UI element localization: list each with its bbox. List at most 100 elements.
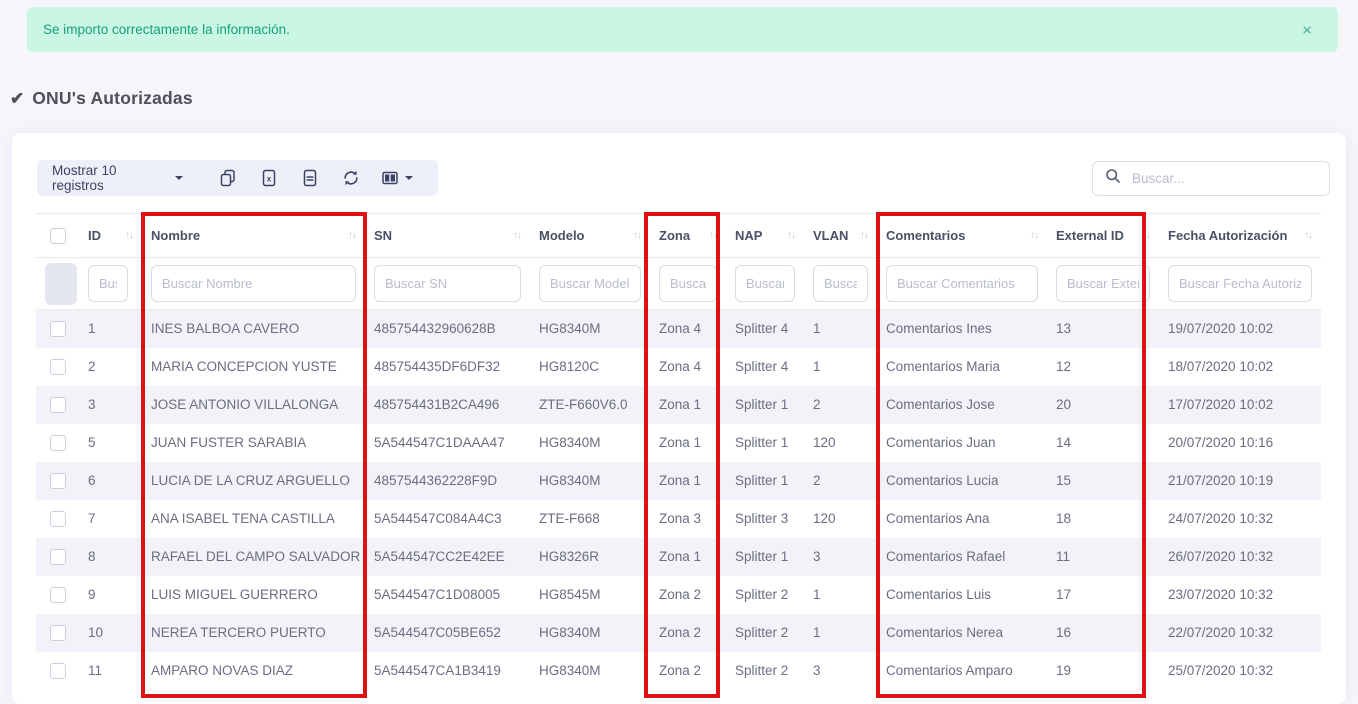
row-checkbox-cell bbox=[36, 386, 79, 424]
cell-sn: 4857544362228F9D bbox=[365, 462, 530, 500]
search-input[interactable] bbox=[1132, 171, 1317, 186]
filter-input-sn[interactable] bbox=[374, 265, 521, 302]
cell-nap: Splitter 1 bbox=[726, 424, 804, 462]
cell-modelo: ZTE-F660V6.0 bbox=[530, 386, 650, 424]
column-header-nap[interactable]: NAP↑↓ bbox=[726, 214, 804, 258]
cell-modelo: HG8120C bbox=[530, 348, 650, 386]
filter-cell-external_id bbox=[1047, 258, 1159, 310]
cell-comentarios: Comentarios Amparo bbox=[877, 652, 1047, 690]
cell-fecha: 18/07/2020 10:02 bbox=[1159, 348, 1321, 386]
sort-icon[interactable]: ↑↓ bbox=[348, 230, 356, 241]
cell-comentarios: Comentarios Jose bbox=[877, 386, 1047, 424]
row-checkbox[interactable] bbox=[50, 549, 66, 565]
row-checkbox[interactable] bbox=[50, 473, 66, 489]
column-header-id[interactable]: ID↑↓ bbox=[79, 214, 142, 258]
cell-modelo: HG8340M bbox=[530, 310, 650, 348]
column-label-modelo: Modelo bbox=[539, 228, 585, 243]
filter-cell-comentarios bbox=[877, 258, 1047, 310]
sort-icon[interactable]: ↑↓ bbox=[787, 230, 795, 241]
export-excel-button[interactable]: x bbox=[248, 160, 289, 196]
table-row: 10NEREA TERCERO PUERTO5A544547C05BE652HG… bbox=[36, 614, 1321, 652]
sort-icon[interactable]: ↑↓ bbox=[1304, 230, 1312, 241]
column-header-zona[interactable]: Zona↑↓ bbox=[650, 214, 726, 258]
filter-input-comentarios[interactable] bbox=[886, 265, 1038, 302]
cell-id: 6 bbox=[79, 462, 142, 500]
copy-button[interactable] bbox=[207, 160, 248, 196]
row-checkbox[interactable] bbox=[50, 511, 66, 527]
column-header-comentarios[interactable]: Comentarios↑↓ bbox=[877, 214, 1047, 258]
cell-id: 11 bbox=[79, 652, 142, 690]
row-checkbox[interactable] bbox=[50, 359, 66, 375]
table-row: 1INES BALBOA CAVERO485754432960628BHG834… bbox=[36, 310, 1321, 348]
onu-table: ID↑↓Nombre↑↓SN↑↓Modelo↑↓Zona↑↓NAP↑↓VLAN↑… bbox=[36, 213, 1321, 690]
cell-zona: Zona 1 bbox=[650, 424, 726, 462]
cell-fecha: 19/07/2020 10:02 bbox=[1159, 310, 1321, 348]
close-icon[interactable]: × bbox=[1302, 21, 1312, 38]
cell-fecha: 22/07/2020 10:32 bbox=[1159, 614, 1321, 652]
chevron-down-icon bbox=[405, 176, 413, 180]
column-header-nombre[interactable]: Nombre↑↓ bbox=[142, 214, 365, 258]
filter-input-id[interactable] bbox=[88, 265, 128, 302]
row-checkbox[interactable] bbox=[50, 663, 66, 679]
row-checkbox[interactable] bbox=[50, 321, 66, 337]
sort-icon[interactable]: ↑↓ bbox=[860, 230, 868, 241]
filter-input-fecha[interactable] bbox=[1168, 265, 1312, 302]
row-checkbox-cell bbox=[36, 538, 79, 576]
cell-nombre: MARIA CONCEPCION YUSTE bbox=[142, 348, 365, 386]
cell-nap: Splitter 1 bbox=[726, 386, 804, 424]
cell-nombre: NEREA TERCERO PUERTO bbox=[142, 614, 365, 652]
page-length-dropdown[interactable]: Mostrar 10 registros bbox=[52, 163, 183, 193]
row-checkbox[interactable] bbox=[50, 397, 66, 413]
select-all-checkbox[interactable] bbox=[50, 228, 66, 244]
cell-nombre: INES BALBOA CAVERO bbox=[142, 310, 365, 348]
cell-id: 10 bbox=[79, 614, 142, 652]
row-checkbox[interactable] bbox=[50, 625, 66, 641]
cell-fecha: 25/07/2020 10:32 bbox=[1159, 652, 1321, 690]
cell-vlan: 120 bbox=[804, 424, 877, 462]
filter-input-external_id[interactable] bbox=[1056, 265, 1150, 302]
row-checkbox[interactable] bbox=[50, 587, 66, 603]
sort-icon[interactable]: ↑↓ bbox=[633, 230, 641, 241]
cell-sn: 485754431B2CA496 bbox=[365, 386, 530, 424]
sort-icon[interactable]: ↑↓ bbox=[1030, 230, 1038, 241]
cell-fecha: 20/07/2020 10:16 bbox=[1159, 424, 1321, 462]
cell-comentarios: Comentarios Ines bbox=[877, 310, 1047, 348]
filter-input-vlan[interactable] bbox=[813, 265, 868, 302]
onu-table-area: ID↑↓Nombre↑↓SN↑↓Modelo↑↓Zona↑↓NAP↑↓VLAN↑… bbox=[36, 213, 1321, 690]
refresh-button[interactable] bbox=[330, 160, 371, 196]
filter-input-nap[interactable] bbox=[735, 265, 795, 302]
cell-comentarios: Comentarios Rafael bbox=[877, 538, 1047, 576]
sort-icon[interactable]: ↑↓ bbox=[709, 230, 717, 241]
page: Se importo correctamente la información.… bbox=[0, 0, 1358, 704]
column-label-sn: SN bbox=[374, 228, 392, 243]
cell-zona: Zona 1 bbox=[650, 386, 726, 424]
row-checkbox[interactable] bbox=[50, 435, 66, 451]
cell-sn: 485754432960628B bbox=[365, 310, 530, 348]
sort-icon[interactable]: ↑↓ bbox=[1142, 230, 1150, 241]
column-header-external_id[interactable]: External ID↑↓ bbox=[1047, 214, 1159, 258]
page-title: ✔ ONU's Autorizadas bbox=[10, 88, 193, 109]
filter-input-modelo[interactable] bbox=[539, 265, 641, 302]
cell-comentarios: Comentarios Ana bbox=[877, 500, 1047, 538]
filter-cell-sn bbox=[365, 258, 530, 310]
filter-row bbox=[36, 258, 1321, 310]
filter-input-zona[interactable] bbox=[659, 265, 717, 302]
alert-message: Se importo correctamente la información. bbox=[43, 22, 290, 37]
column-header-modelo[interactable]: Modelo ↑↓ bbox=[530, 214, 650, 258]
column-header-vlan[interactable]: VLAN↑↓ bbox=[804, 214, 877, 258]
sort-icon[interactable]: ↑↓ bbox=[513, 230, 521, 241]
cell-zona: Zona 4 bbox=[650, 310, 726, 348]
filter-cell-nap bbox=[726, 258, 804, 310]
export-file-button[interactable] bbox=[289, 160, 330, 196]
filter-input-nombre[interactable] bbox=[151, 265, 356, 302]
sort-icon[interactable]: ↑↓ bbox=[125, 230, 133, 241]
column-header-fecha[interactable]: Fecha Autorización↑↓ bbox=[1159, 214, 1321, 258]
cell-fecha: 21/07/2020 10:19 bbox=[1159, 462, 1321, 500]
row-checkbox-cell bbox=[36, 424, 79, 462]
page-title-text: ONU's Autorizadas bbox=[32, 88, 193, 109]
cell-nap: Splitter 2 bbox=[726, 614, 804, 652]
column-visibility-button[interactable] bbox=[371, 160, 423, 196]
column-header-sn[interactable]: SN ↑↓ bbox=[365, 214, 530, 258]
cell-id: 2 bbox=[79, 348, 142, 386]
page-length-label: Mostrar 10 registros bbox=[52, 163, 167, 193]
